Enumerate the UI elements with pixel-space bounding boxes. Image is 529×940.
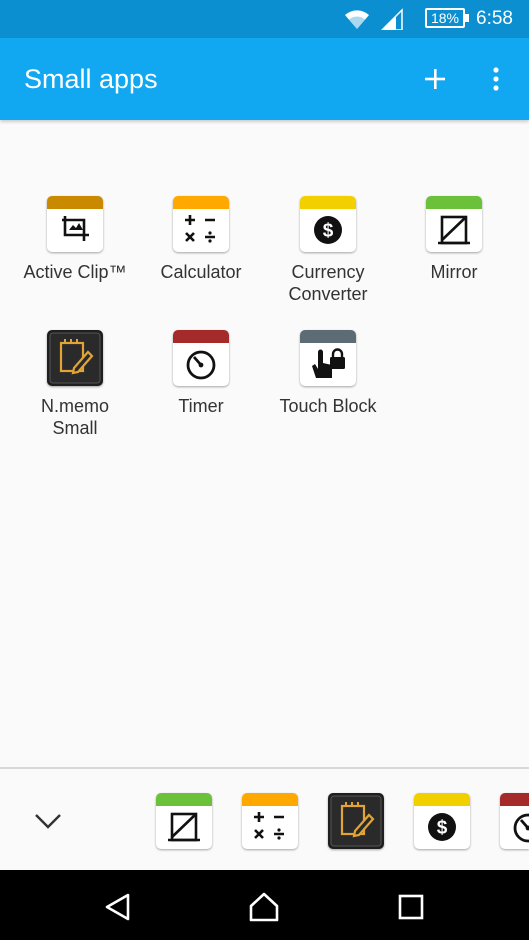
more-vert-icon — [493, 67, 499, 91]
status-time: 6:58 — [476, 8, 513, 29]
wifi-icon — [345, 10, 369, 29]
memo-pencil-icon[interactable] — [328, 793, 384, 849]
app-label: Mirror — [430, 262, 478, 282]
app-calculator[interactable]: Calculator — [146, 196, 256, 283]
overflow-menu-button[interactable] — [484, 64, 508, 94]
home-icon[interactable] — [247, 890, 281, 924]
status-bar: 18% 6:58 — [0, 0, 529, 38]
app-label: Timer — [178, 396, 224, 416]
battery-indicator: 18% — [425, 8, 469, 28]
app-nmemo-small[interactable]: N.memo Small — [20, 330, 130, 439]
svg-text:$: $ — [437, 818, 448, 839]
small-apps-tray: $ — [0, 767, 529, 870]
app-mirror[interactable]: Mirror — [399, 196, 509, 283]
app-label: Touch Block — [279, 396, 377, 416]
timer-icon[interactable] — [500, 793, 529, 849]
svg-text:$: $ — [323, 221, 334, 242]
app-label: N.memo Small — [40, 396, 109, 438]
app-currency-converter[interactable]: $ Currency Converter — [273, 196, 383, 305]
mirror-icon — [426, 196, 482, 252]
back-icon[interactable] — [101, 890, 135, 924]
plus-icon — [425, 69, 445, 89]
add-button[interactable] — [420, 64, 450, 94]
calculator-icon[interactable] — [242, 793, 298, 849]
app-label: Currency Converter — [288, 262, 368, 304]
touch-lock-icon — [300, 330, 356, 386]
memo-pencil-icon — [47, 330, 103, 386]
recents-icon[interactable] — [394, 890, 428, 924]
app-bar: Small apps — [0, 38, 529, 120]
app-label: Calculator — [160, 262, 242, 282]
app-active-clip[interactable]: Active Clip™ — [20, 196, 130, 283]
timer-icon — [173, 330, 229, 386]
navigation-bar — [0, 870, 529, 940]
mirror-icon[interactable] — [156, 793, 212, 849]
crop-icon — [47, 196, 103, 252]
page-title: Small apps — [24, 64, 158, 94]
chevron-down-icon[interactable] — [30, 807, 66, 833]
app-timer[interactable]: Timer — [146, 330, 256, 417]
signal-icon — [380, 8, 403, 30]
dollar-icon[interactable]: $ — [414, 793, 470, 849]
app-label: Active Clip™ — [23, 262, 127, 282]
app-touch-block[interactable]: Touch Block — [273, 330, 383, 417]
dollar-icon: $ — [300, 196, 356, 252]
calculator-icon — [173, 196, 229, 252]
